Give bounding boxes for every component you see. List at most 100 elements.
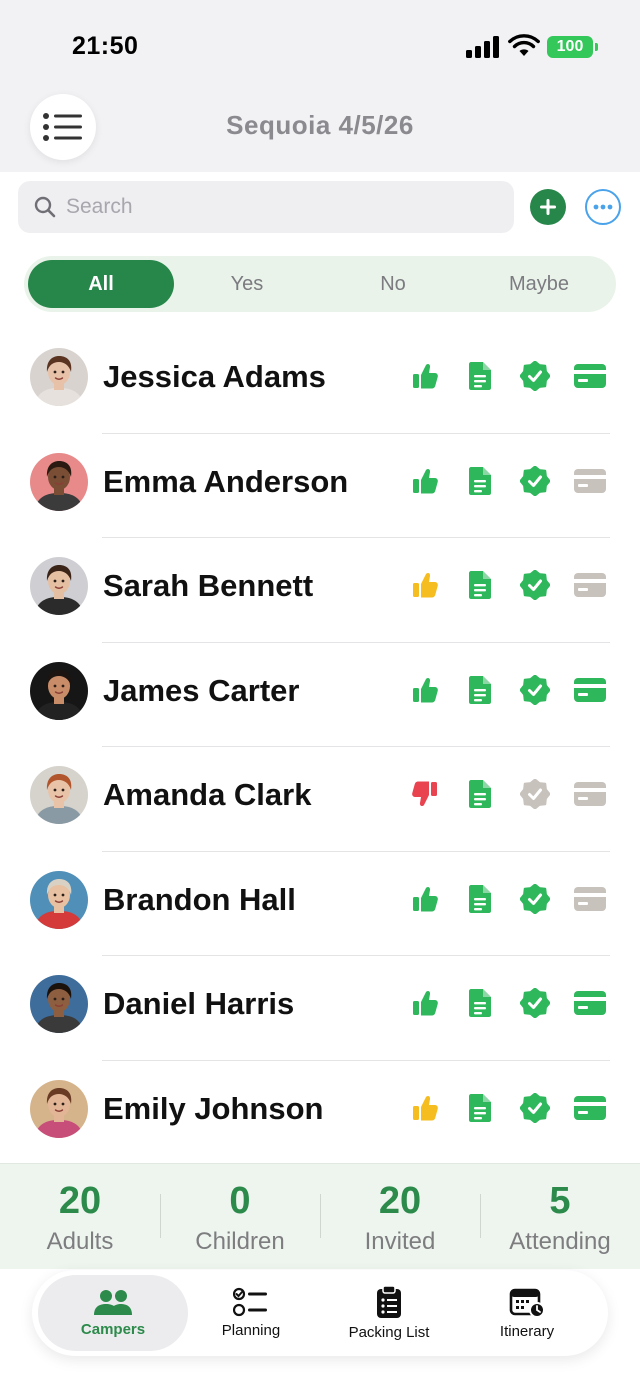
tab-label: Campers — [80, 1321, 146, 1338]
stat-label: Adults — [46, 1228, 114, 1255]
search-icon — [34, 196, 56, 218]
camper-status-icons — [408, 883, 608, 915]
tab-planning[interactable]: Planning — [176, 1275, 326, 1351]
stat-value: 5 — [549, 1180, 571, 1222]
verified-badge-icon[interactable] — [518, 465, 552, 497]
document-icon[interactable] — [463, 987, 497, 1019]
camper-row[interactable]: Emma Anderson — [0, 434, 640, 538]
calendar-icon — [509, 1288, 545, 1318]
camper-status-icons — [408, 569, 608, 601]
stat-adults: 20 Adults — [0, 1164, 160, 1269]
payment-card-icon[interactable] — [573, 1092, 607, 1124]
camper-row[interactable]: Brandon Hall — [0, 852, 640, 956]
stat-children: 0 Children — [160, 1164, 320, 1269]
clipboard-icon — [377, 1285, 401, 1318]
camper-list: Jessica Adams Emma Anderson Sarah Bennet… — [0, 329, 640, 1165]
battery-indicator: 100 — [547, 36, 598, 58]
document-icon[interactable] — [463, 465, 497, 497]
filter-segment-maybe[interactable]: Maybe — [466, 260, 612, 308]
payment-card-icon[interactable] — [573, 987, 607, 1019]
verified-badge-icon[interactable] — [518, 987, 552, 1019]
stat-value: 20 — [378, 1180, 422, 1222]
more-options-button[interactable] — [585, 189, 621, 225]
camper-status-icons — [408, 465, 608, 497]
verified-badge-icon[interactable] — [518, 1092, 552, 1124]
camper-row[interactable]: James Carter — [0, 643, 640, 747]
camper-row[interactable]: Jessica Adams — [0, 329, 640, 434]
payment-card-icon[interactable] — [573, 883, 607, 915]
thumbs-up-icon[interactable] — [408, 987, 442, 1019]
camper-row[interactable]: Amanda Clark — [0, 747, 640, 852]
avatar — [30, 348, 88, 406]
stat-value: 0 — [229, 1180, 251, 1222]
payment-card-icon[interactable] — [573, 465, 607, 497]
document-icon[interactable] — [463, 1092, 497, 1124]
ellipsis-icon — [593, 204, 613, 210]
verified-badge-icon[interactable] — [518, 883, 552, 915]
thumbs-up-icon[interactable] — [408, 465, 442, 497]
payment-card-icon[interactable] — [573, 778, 607, 810]
document-icon[interactable] — [463, 360, 497, 392]
verified-badge-icon[interactable] — [518, 360, 552, 392]
thumbs-up-icon[interactable] — [408, 674, 442, 706]
thumbs-down-icon[interactable] — [408, 778, 442, 810]
status-bar: 21:50 100 — [0, 0, 640, 90]
verified-badge-icon[interactable] — [518, 674, 552, 706]
stat-invited: 20 Invited — [320, 1164, 480, 1269]
filter-segment-no[interactable]: No — [320, 260, 466, 308]
camper-status-icons — [408, 1092, 608, 1124]
filter-segment-yes[interactable]: Yes — [174, 260, 320, 308]
wifi-icon — [508, 34, 540, 56]
tab-itinerary[interactable]: Itinerary — [452, 1275, 602, 1351]
checklist-icon — [233, 1287, 267, 1317]
add-camper-button[interactable] — [530, 189, 566, 225]
camper-name: Amanda Clark — [103, 777, 312, 812]
tab-packing-list[interactable]: Packing List — [314, 1275, 464, 1351]
avatar — [30, 766, 88, 824]
thumbs-up-icon[interactable] — [408, 360, 442, 392]
tab-label: Planning — [221, 1322, 281, 1339]
camper-name: Emily Johnson — [103, 1090, 324, 1126]
cellular-signal-icon — [466, 36, 500, 58]
camper-status-icons — [408, 360, 608, 392]
stat-label: Children — [195, 1228, 285, 1255]
avatar — [30, 557, 88, 615]
filter-segment-all[interactable]: All — [28, 260, 174, 308]
thumbs-up-icon[interactable] — [408, 1092, 442, 1124]
thumbs-up-icon[interactable] — [408, 883, 442, 915]
document-icon[interactable] — [463, 883, 497, 915]
document-icon[interactable] — [463, 778, 497, 810]
avatar — [30, 870, 88, 929]
tab-bar: Campers Planning Packing List Itinerary — [32, 1270, 608, 1356]
verified-badge-icon[interactable] — [518, 778, 552, 810]
camper-row[interactable]: Sarah Bennett — [0, 538, 640, 643]
document-icon[interactable] — [463, 569, 497, 601]
plus-icon — [540, 199, 556, 215]
stat-label: Attending — [509, 1228, 611, 1255]
avatar — [30, 975, 88, 1033]
payment-card-icon[interactable] — [573, 674, 607, 706]
camper-row[interactable]: Emily Johnson — [0, 1061, 640, 1165]
stat-label: Invited — [364, 1228, 436, 1255]
verified-badge-icon[interactable] — [518, 569, 552, 601]
stat-value: 20 — [58, 1180, 102, 1222]
camper-name: Daniel Harris — [103, 986, 295, 1021]
payment-card-icon[interactable] — [573, 569, 607, 601]
tab-label: Itinerary — [499, 1323, 555, 1340]
payment-card-icon[interactable] — [573, 360, 607, 392]
camper-status-icons — [408, 674, 608, 706]
battery-level: 100 — [556, 38, 584, 55]
stats-bar: 20 Adults 0 Children 20 Invited 5 Attend… — [0, 1163, 640, 1269]
avatar — [30, 661, 88, 720]
camper-status-icons — [408, 987, 608, 1019]
camper-name: James Carter — [103, 672, 300, 708]
camper-row[interactable]: Daniel Harris — [0, 956, 640, 1061]
camper-name: Emma Anderson — [103, 463, 349, 499]
document-icon[interactable] — [463, 674, 497, 706]
page-title: Sequoia 4/5/26 — [226, 110, 414, 140]
tab-campers[interactable]: Campers — [38, 1275, 188, 1351]
people-icon — [94, 1290, 132, 1315]
thumbs-up-icon[interactable] — [408, 569, 442, 601]
search-bar[interactable] — [18, 181, 514, 233]
search-input[interactable] — [66, 195, 466, 219]
